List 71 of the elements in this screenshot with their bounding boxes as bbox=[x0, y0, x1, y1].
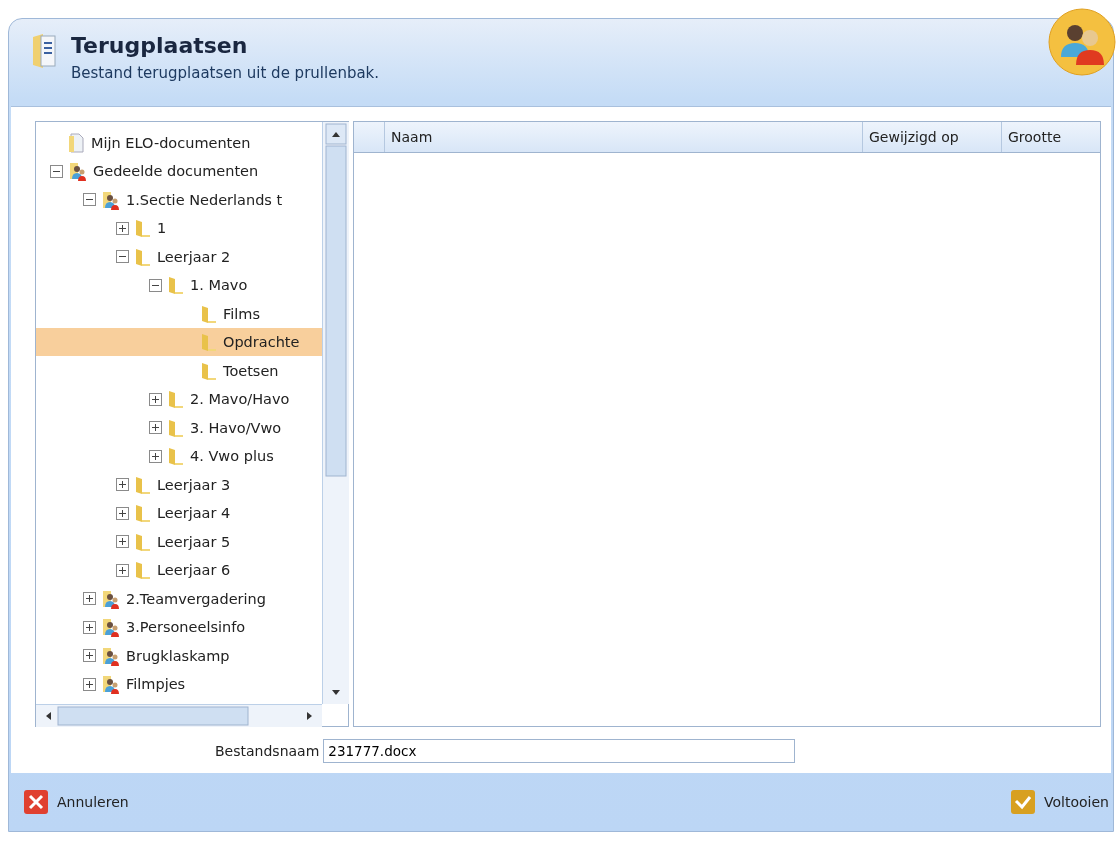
tree-item[interactable]: Leerjaar 2 bbox=[36, 242, 322, 271]
expand-icon[interactable] bbox=[116, 506, 129, 520]
folder-icon bbox=[168, 446, 184, 467]
expand-icon[interactable] bbox=[116, 478, 129, 492]
shared-folder-icon bbox=[69, 161, 87, 182]
column-header[interactable]: Grootte bbox=[1001, 122, 1100, 153]
expand-icon[interactable] bbox=[149, 421, 162, 435]
folder-icon bbox=[201, 332, 217, 353]
folder-icon bbox=[201, 303, 217, 324]
tree-item[interactable]: Leerjaar 5 bbox=[36, 527, 322, 556]
folder-icon bbox=[168, 417, 184, 438]
users-icon bbox=[1047, 7, 1117, 77]
expand-icon[interactable] bbox=[116, 221, 129, 235]
expand-icon[interactable] bbox=[83, 649, 96, 663]
tree-item[interactable]: Gedeelde documenten bbox=[36, 156, 322, 186]
document-icon bbox=[69, 132, 85, 153]
column-header[interactable]: Gewijzigd op bbox=[862, 122, 1001, 153]
tree-item[interactable]: Opdrachte bbox=[36, 327, 322, 357]
collapse-icon[interactable] bbox=[116, 250, 129, 264]
shared-folder-icon bbox=[102, 674, 120, 695]
dialog-subtitle: Bestand terugplaatsen uit de prullenbak. bbox=[71, 64, 380, 82]
collapse-icon[interactable] bbox=[83, 193, 96, 207]
cancel-button[interactable]: Annuleren bbox=[23, 789, 129, 816]
tree-item[interactable]: 4. Vwo plus bbox=[36, 441, 322, 471]
tree-item[interactable]: Leerjaar 6 bbox=[36, 555, 322, 585]
dialog-title: Terugplaatsen bbox=[71, 33, 249, 58]
document-icon bbox=[31, 33, 57, 69]
folder-icon bbox=[135, 531, 151, 552]
filename-field[interactable]: 231777.docx bbox=[323, 739, 796, 764]
tree-item[interactable]: Mijn ELO-documenten bbox=[36, 128, 322, 157]
folder-icon bbox=[135, 474, 151, 495]
shared-folder-icon bbox=[102, 645, 120, 666]
tree-item[interactable]: 1 bbox=[36, 213, 322, 243]
vertical-scrollbar[interactable] bbox=[322, 122, 349, 705]
tree-item[interactable]: 3.Personeelsinfo bbox=[36, 612, 322, 642]
tree-item[interactable]: Films bbox=[36, 299, 322, 328]
tree-item[interactable]: 2. Mavo/Havo bbox=[36, 384, 322, 414]
tree-item[interactable]: Brugklaskamp bbox=[36, 641, 322, 670]
tree-item[interactable]: Filmpjes bbox=[36, 669, 322, 699]
expand-icon[interactable] bbox=[83, 677, 96, 691]
folder-icon bbox=[168, 275, 184, 296]
expand-icon[interactable] bbox=[116, 535, 129, 549]
folder-icon bbox=[168, 389, 184, 410]
expand-icon[interactable] bbox=[149, 449, 162, 463]
tree-item[interactable]: 2.Teamvergadering bbox=[36, 584, 322, 613]
expand-icon[interactable] bbox=[83, 592, 96, 606]
tree-item[interactable]: 1. Mavo bbox=[36, 270, 322, 300]
close-icon bbox=[23, 789, 49, 816]
checkmark-icon bbox=[1010, 789, 1037, 816]
tree-item[interactable]: Leerjaar 3 bbox=[36, 470, 322, 499]
folder-icon bbox=[135, 246, 151, 267]
tree-item[interactable]: 1.Sectie Nederlands t bbox=[36, 185, 322, 214]
filename-label: Bestandsnaam bbox=[215, 743, 320, 760]
folder-icon bbox=[135, 218, 151, 239]
collapse-icon[interactable] bbox=[50, 164, 63, 178]
shared-folder-icon bbox=[102, 588, 120, 609]
tree-item[interactable]: Toetsen bbox=[36, 356, 322, 385]
expand-icon[interactable] bbox=[149, 392, 162, 406]
shared-folder-icon bbox=[102, 617, 120, 638]
tree-item[interactable]: Leerjaar 4 bbox=[36, 498, 322, 528]
expand-icon[interactable] bbox=[116, 563, 129, 577]
expand-icon[interactable] bbox=[83, 620, 96, 634]
horizontal-scrollbar[interactable] bbox=[36, 704, 322, 728]
collapse-icon[interactable] bbox=[149, 278, 162, 292]
folder-icon bbox=[135, 560, 151, 581]
folder-icon bbox=[135, 503, 151, 524]
column-header[interactable]: Naam bbox=[384, 122, 862, 153]
tree-item[interactable]: 3. Havo/Vwo bbox=[36, 413, 322, 442]
shared-folder-icon bbox=[102, 189, 120, 210]
folder-icon bbox=[201, 360, 217, 381]
confirm-button[interactable]: Voltooien bbox=[1010, 789, 1109, 816]
